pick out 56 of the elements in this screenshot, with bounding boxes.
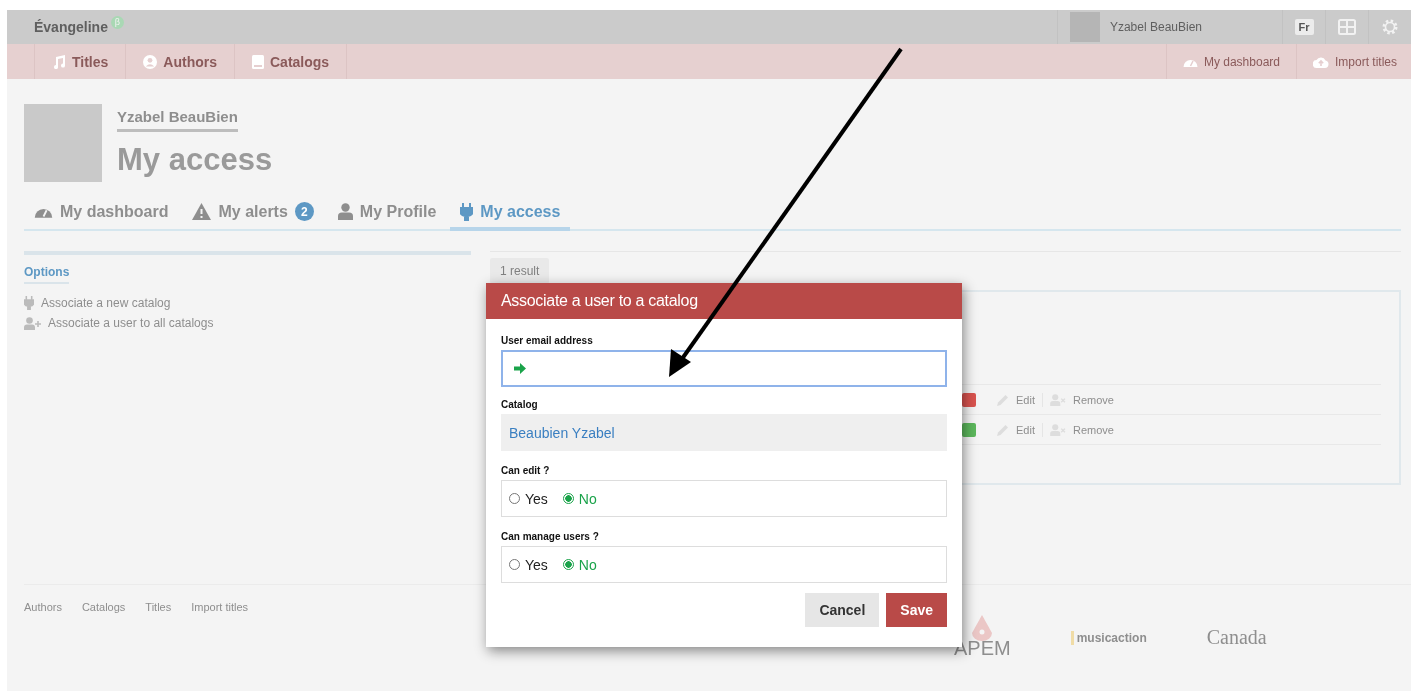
radio-button[interactable] <box>562 493 574 504</box>
remove-link[interactable]: Remove <box>1072 423 1114 436</box>
language-button[interactable]: Fr <box>1294 19 1314 35</box>
warning-icon <box>192 203 212 220</box>
edit-link[interactable]: Edit <box>1016 393 1035 406</box>
option-link[interactable]: Associate a user to all catalogs <box>24 316 214 330</box>
arrow-right-icon <box>514 363 526 374</box>
plug-icon <box>24 296 34 310</box>
option-link[interactable]: Associate a new catalog <box>24 296 171 310</box>
footer-link[interactable]: Import titles <box>191 601 249 613</box>
user-name[interactable]: Yzabel BeauBien <box>1109 20 1202 34</box>
nav-link[interactable]: Catalogs <box>235 44 348 79</box>
field-label: Can edit ? <box>501 465 550 476</box>
plug-icon <box>460 202 474 221</box>
radio-label[interactable]: No <box>578 490 597 507</box>
cloud-upload-icon <box>1313 55 1329 68</box>
tab[interactable]: My dashboard <box>34 196 181 229</box>
footer-link[interactable]: Titles <box>145 601 172 613</box>
nav-link[interactable]: Titles <box>35 44 127 79</box>
pen-nib-icon <box>971 615 994 641</box>
brand-name[interactable]: Évangeline <box>34 19 108 35</box>
user-icon <box>337 203 353 220</box>
canada-logo: Canada <box>1206 626 1267 649</box>
page-title: My access <box>117 142 273 178</box>
save-button[interactable]: Save <box>886 593 947 627</box>
field-label: User email address <box>501 335 593 346</box>
field-label: Can manage users ? <box>501 531 599 542</box>
footer-link[interactable]: Catalogs <box>81 601 126 613</box>
music-note-icon <box>52 54 66 69</box>
catalog-select[interactable]: Beaubien Yzabel <box>501 414 947 451</box>
tab[interactable]: My alerts 2 <box>192 196 326 229</box>
radio-label[interactable]: Yes <box>525 490 548 507</box>
book-icon <box>252 54 264 69</box>
count-badge: 2 <box>294 202 314 221</box>
radio-button[interactable] <box>562 559 574 570</box>
tab[interactable]: My access <box>450 196 571 231</box>
radio-label[interactable]: Yes <box>525 556 548 573</box>
field-label: Catalog <box>501 399 538 410</box>
nav-link[interactable]: Authors <box>126 44 235 79</box>
footer-link[interactable]: Authors <box>24 601 62 613</box>
user-circle-icon <box>143 54 158 69</box>
beta-badge: β <box>110 15 124 29</box>
musicaction-logo: musicaction <box>1070 630 1147 645</box>
remove-link[interactable]: Remove <box>1072 393 1114 406</box>
cancel-button[interactable]: Cancel <box>805 593 880 627</box>
section-heading: Options <box>24 265 70 284</box>
nav-link[interactable]: Import titles <box>1296 44 1411 79</box>
radio-label[interactable]: No <box>578 556 597 573</box>
email-input-field[interactable] <box>501 350 947 387</box>
user-plus-icon <box>24 316 41 330</box>
dialog-title: Associate a user to a catalog <box>501 292 698 310</box>
tab[interactable]: My Profile <box>337 196 449 229</box>
result-count-badge: 1 result <box>490 258 550 284</box>
profile-name[interactable]: Yzabel BeauBien <box>117 104 238 132</box>
edit-link[interactable]: Edit <box>1016 423 1035 436</box>
nav-link[interactable]: My dashboard <box>1165 44 1296 79</box>
